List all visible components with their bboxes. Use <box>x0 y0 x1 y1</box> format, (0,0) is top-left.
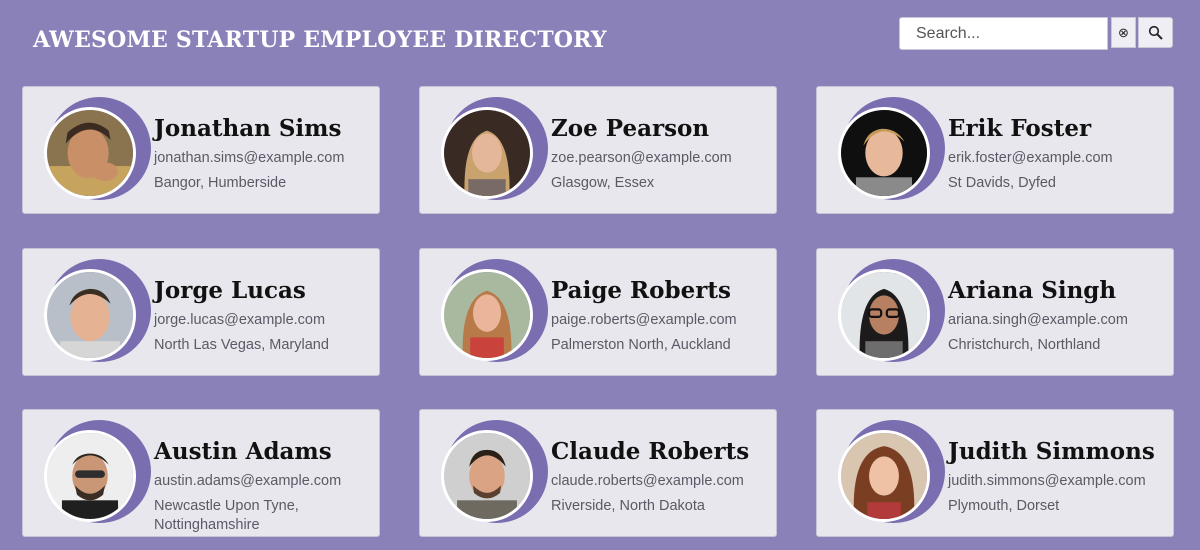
search-input[interactable] <box>899 17 1108 50</box>
employee-name: Judith Simmons <box>948 438 1155 465</box>
avatar <box>838 269 930 361</box>
employee-card[interactable]: Jonathan Sims jonathan.sims@example.com … <box>22 86 380 214</box>
employee-card[interactable]: Jorge Lucas jorge.lucas@example.com Nort… <box>22 248 380 376</box>
avatar <box>44 430 136 522</box>
employee-name: Erik Foster <box>948 115 1092 142</box>
employee-card[interactable]: Paige Roberts paige.roberts@example.com … <box>419 248 777 376</box>
employee-location: St Davids, Dyfed <box>948 175 1056 191</box>
magnifier-icon <box>1148 25 1163 40</box>
employee-name: Jorge Lucas <box>154 277 306 304</box>
employee-name: Ariana Singh <box>948 277 1117 304</box>
employee-name: Austin Adams <box>154 438 332 465</box>
employee-card[interactable]: Zoe Pearson zoe.pearson@example.com Glas… <box>419 86 777 214</box>
employee-location: Glasgow, Essex <box>551 175 655 191</box>
employee-email: claude.roberts@example.com <box>551 473 744 489</box>
avatar <box>441 430 533 522</box>
page-title: AWESOME STARTUP EMPLOYEE DIRECTORY <box>33 27 607 53</box>
employee-location: Newcastle Upon Tyne, Nottinghamshire <box>154 498 299 533</box>
employee-email: jonathan.sims@example.com <box>154 150 345 166</box>
employee-card[interactable]: Judith Simmons judith.simmons@example.co… <box>816 409 1174 537</box>
employee-card[interactable]: Ariana Singh ariana.singh@example.com Ch… <box>816 248 1174 376</box>
employee-card[interactable]: Claude Roberts claude.roberts@example.co… <box>419 409 777 537</box>
employee-location: Plymouth, Dorset <box>948 498 1060 514</box>
avatar <box>441 269 533 361</box>
employee-email: austin.adams@example.com <box>154 473 342 489</box>
employee-location: Christchurch, Northland <box>948 337 1101 353</box>
employee-email: zoe.pearson@example.com <box>551 150 732 166</box>
search-button[interactable] <box>1138 17 1173 48</box>
clear-search-button[interactable]: ⊗ <box>1111 17 1136 48</box>
avatar <box>838 430 930 522</box>
avatar <box>441 107 533 199</box>
employee-email: ariana.singh@example.com <box>948 312 1128 328</box>
avatar <box>44 269 136 361</box>
employee-email: paige.roberts@example.com <box>551 312 737 328</box>
employee-location: Palmerston North, Auckland <box>551 337 731 353</box>
employee-name: Jonathan Sims <box>154 115 342 142</box>
employee-email: erik.foster@example.com <box>948 150 1113 166</box>
employee-name: Paige Roberts <box>551 277 731 304</box>
employee-email: jorge.lucas@example.com <box>154 312 326 328</box>
employee-name: Claude Roberts <box>551 438 750 465</box>
employee-location: North Las Vegas, Maryland <box>154 337 329 353</box>
avatar <box>44 107 136 199</box>
search-form: ⊗ <box>899 17 1173 50</box>
avatar <box>838 107 930 199</box>
employee-card[interactable]: Erik Foster erik.foster@example.com St D… <box>816 86 1174 214</box>
circled-x-icon: ⊗ <box>1118 24 1129 40</box>
employee-name: Zoe Pearson <box>551 115 710 142</box>
employee-location: Bangor, Humberside <box>154 175 287 191</box>
employee-location: Riverside, North Dakota <box>551 498 705 514</box>
employee-card[interactable]: Austin Adams austin.adams@example.com Ne… <box>22 409 380 537</box>
employee-email: judith.simmons@example.com <box>948 473 1146 489</box>
